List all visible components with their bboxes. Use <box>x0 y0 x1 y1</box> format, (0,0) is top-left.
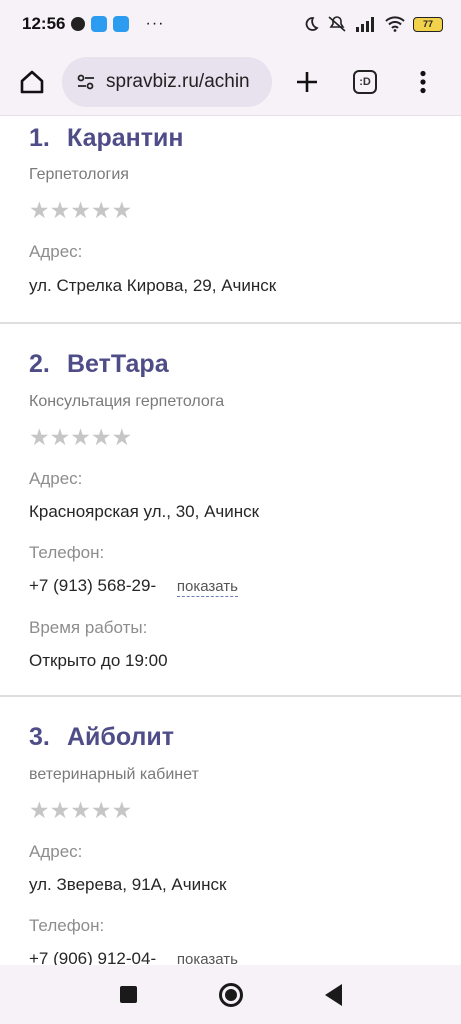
mute-icon <box>328 16 346 32</box>
circle-icon <box>224 988 237 1001</box>
home-button[interactable] <box>12 62 52 102</box>
listing-number: 3. <box>29 723 50 751</box>
listing-card: 3. Айболит ветеринарный кабинет ★★★★★ Ад… <box>0 697 461 965</box>
listing-category: ветеринарный кабинет <box>29 766 199 783</box>
address-bar[interactable]: spravbiz.ru/achin <box>62 56 272 107</box>
phone-row: +7 (906) 912-04- показать <box>29 949 238 965</box>
back-button[interactable] <box>324 983 342 1006</box>
more-notifications-icon: ··· <box>145 15 165 32</box>
address-label: Адрес: <box>29 242 83 261</box>
signal-icon <box>356 17 374 32</box>
phone-label: Телефон: <box>29 543 105 562</box>
address-value: ул. Стрелка Кирова, 29, Ачинск <box>29 276 277 295</box>
wifi-icon <box>385 16 405 32</box>
listing-title[interactable]: 2. ВетТара <box>29 350 169 379</box>
listing-name: Карантин <box>67 124 184 152</box>
url-text: spravbiz.ru/achin <box>106 70 250 92</box>
show-phone-link[interactable]: показать <box>176 578 238 597</box>
home-nav-button[interactable] <box>218 982 243 1007</box>
listing-title[interactable]: 3. Айболит <box>29 723 174 752</box>
menu-button[interactable] <box>403 62 443 102</box>
app-notification-icon-2 <box>113 16 130 32</box>
phone-label: Телефон: <box>29 916 105 935</box>
phone-value: +7 (906) 912-04- <box>29 949 157 965</box>
page-content: 1. Карантин Герпетология ★★★★★ Адрес: ул… <box>0 117 461 965</box>
tab-switcher-button[interactable]: :D <box>345 62 385 102</box>
new-tab-button[interactable] <box>287 62 327 102</box>
address-value: ул. Зверева, 91А, Ачинск <box>29 875 227 894</box>
more-vert-icon <box>420 70 426 93</box>
system-nav-bar <box>0 965 461 1024</box>
status-bar: 12:56 ··· 77 <box>0 0 461 48</box>
status-time: 12:56 <box>22 14 66 33</box>
home-icon <box>20 70 44 93</box>
listing-number: 1. <box>29 124 50 152</box>
listing-card: 1. Карантин Герпетология ★★★★★ Адрес: ул… <box>0 117 461 324</box>
listing-category: Герпетология <box>29 166 129 183</box>
rating-stars: ★★★★★ <box>29 426 132 449</box>
browser-toolbar: spravbiz.ru/achin :D <box>0 48 461 116</box>
show-phone-link[interactable]: показать <box>176 951 238 965</box>
listing-number: 2. <box>29 350 50 378</box>
tab-count: :D <box>353 69 377 94</box>
phone-value: +7 (913) 568-29- <box>29 576 157 595</box>
star-icon: ★★★★★ <box>29 197 133 223</box>
phone-row: +7 (913) 568-29- показать <box>29 576 238 597</box>
notification-icon <box>71 17 86 31</box>
recents-button[interactable] <box>119 986 137 1003</box>
star-icon: ★★★★★ <box>29 797 133 823</box>
hours-label: Время работы: <box>29 618 148 637</box>
address-label: Адрес: <box>29 842 83 861</box>
address-value: Красноярская ул., 30, Ачинск <box>29 502 260 521</box>
battery-icon: 77 <box>413 16 443 32</box>
hours-value: Открыто до 19:00 <box>29 651 168 670</box>
listing-name: Айболит <box>67 723 175 751</box>
toolbar-actions: :D <box>287 62 449 102</box>
site-settings-icon[interactable] <box>76 72 96 92</box>
listing-card: 2. ВетТара Консультация герпетолога ★★★★… <box>0 324 461 697</box>
address-label: Адрес: <box>29 469 83 488</box>
rating-stars: ★★★★★ <box>29 799 132 822</box>
status-right: 77 <box>303 15 443 33</box>
do-not-disturb-icon <box>305 17 319 31</box>
rating-stars: ★★★★★ <box>29 199 132 222</box>
plus-icon <box>297 71 317 92</box>
star-icon: ★★★★★ <box>29 424 133 450</box>
listing-name: ВетТара <box>67 350 169 378</box>
app-notification-icon <box>91 16 108 32</box>
listing-category: Консультация герпетолога <box>29 393 225 410</box>
status-left: 12:56 ··· <box>22 14 164 34</box>
listing-title[interactable]: 1. Карантин <box>29 124 183 153</box>
